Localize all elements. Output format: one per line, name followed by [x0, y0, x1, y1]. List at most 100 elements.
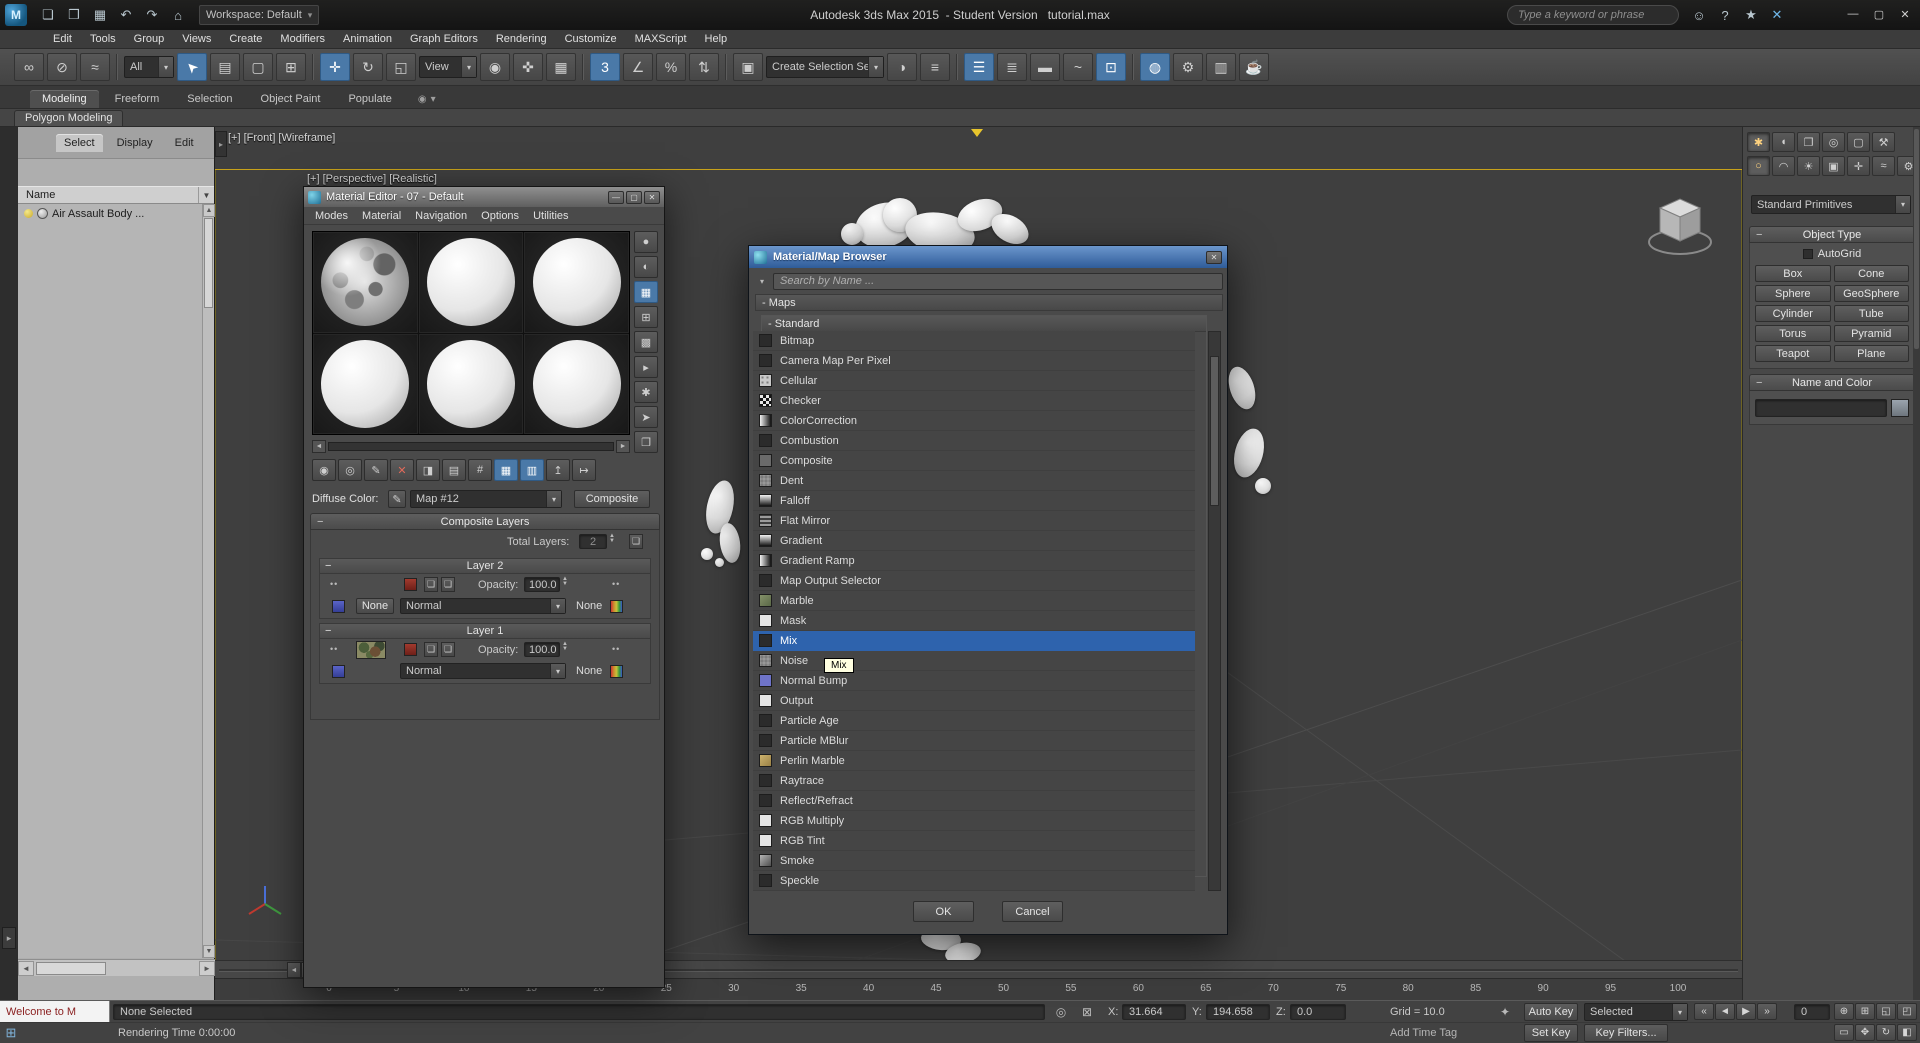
make-preview-icon[interactable]: ▸	[634, 356, 658, 378]
minimize-button[interactable]: —	[608, 190, 624, 204]
map-item-mask[interactable]: Mask	[753, 611, 1195, 631]
orbit-icon[interactable]: ↻	[1876, 1024, 1896, 1041]
display-tab-icon[interactable]: ▢	[1847, 132, 1870, 152]
plane-button[interactable]: Plane	[1833, 345, 1909, 362]
tab-polygon-modeling[interactable]: Polygon Modeling	[14, 109, 124, 126]
mini-listener-grid-icon[interactable]: ⊞	[3, 1025, 19, 1041]
viewport-label-perspective[interactable]: [+] [Perspective] [Realistic]	[307, 173, 437, 185]
handle-dots-icon[interactable]: ••	[612, 644, 620, 654]
select-by-name-icon[interactable]: ▤	[210, 53, 240, 81]
selection-filter-dropdown[interactable]: All ▾	[124, 56, 174, 78]
spinner-snap-icon[interactable]: ⇅	[689, 53, 719, 81]
blend-mode-dropdown[interactable]: Normal ▾	[400, 598, 566, 614]
close-button[interactable]: ✕	[644, 190, 660, 204]
menu-views[interactable]: Views	[173, 30, 220, 48]
sample-scrollbar[interactable]: ◄ ►	[312, 439, 630, 453]
material-editor-menu-utilities[interactable]: Utilities	[526, 210, 575, 222]
background-icon[interactable]: ▦	[634, 281, 658, 303]
map-item-marble[interactable]: Marble	[753, 591, 1195, 611]
material-sample-slot-6[interactable]	[524, 333, 629, 434]
zoom-all-icon[interactable]: ⊞	[1855, 1003, 1875, 1020]
layer-map-button[interactable]: None	[356, 598, 394, 614]
chevron-down-icon[interactable]: ▾	[461, 57, 476, 77]
collapse-icon[interactable]: −	[317, 516, 323, 528]
rectangular-selection-icon[interactable]: ▢	[243, 53, 273, 81]
reference-coordinate-dropdown[interactable]: View ▾	[419, 56, 477, 78]
put-to-library-icon[interactable]: ▤	[442, 459, 466, 481]
browser-options-icon[interactable]: ▾	[755, 273, 769, 289]
primitive-category-dropdown[interactable]: Standard Primitives ▾	[1751, 195, 1911, 214]
dialog-titlebar[interactable]: Material/Map Browser ✕	[749, 246, 1227, 268]
ribbon-options-icon[interactable]: ◉	[418, 94, 427, 105]
make-unique-icon[interactable]: ◨	[416, 459, 440, 481]
z-coordinate-field[interactable]: 0.0	[1290, 1004, 1346, 1020]
community-icon[interactable]: ☺	[1688, 5, 1710, 25]
go-to-parent-icon[interactable]: ↥	[546, 459, 570, 481]
material-editor-menu-navigation[interactable]: Navigation	[408, 210, 474, 222]
total-layers-field[interactable]: 2	[579, 534, 607, 549]
material-sample-slot-3[interactable]	[524, 232, 629, 333]
new-scene-icon[interactable]: ❏	[37, 5, 59, 25]
layer-manager-icon[interactable]: ≣	[997, 53, 1027, 81]
window-crossing-icon[interactable]: ⊞	[276, 53, 306, 81]
select-object-icon[interactable]: ➤	[177, 53, 207, 81]
chevron-down-icon[interactable]: ▾	[550, 664, 565, 678]
material-sample-slot-4[interactable]	[313, 333, 418, 434]
map-item-smoke[interactable]: Smoke	[753, 851, 1195, 871]
auto-key-button[interactable]: Auto Key	[1524, 1003, 1578, 1021]
map-item-dent[interactable]: Dent	[753, 471, 1195, 491]
tube-button[interactable]: Tube	[1833, 305, 1909, 322]
ribbon-tab-selection[interactable]: Selection	[175, 90, 244, 108]
spinner-icon[interactable]: ▲ ▼	[562, 576, 572, 587]
collapse-icon[interactable]: −	[325, 625, 331, 637]
layer-mask-button[interactable]: None	[576, 665, 602, 677]
material-sample-slot-1[interactable]	[313, 232, 418, 333]
redo-icon[interactable]: ↷	[141, 5, 163, 25]
get-material-icon[interactable]: ◉	[312, 459, 336, 481]
scroll-right-icon[interactable]: ►	[616, 439, 630, 453]
viewport-layout-tabs[interactable]: ▸	[215, 131, 227, 157]
scroll-left-icon[interactable]: ◄	[18, 960, 34, 976]
menu-maxscript[interactable]: MAXScript	[626, 30, 696, 48]
map-item-combustion[interactable]: Combustion	[753, 431, 1195, 451]
isolate-selection-icon[interactable]: ◎	[1052, 1004, 1070, 1020]
set-key-button[interactable]: Set Key	[1524, 1024, 1578, 1042]
lights-category-icon[interactable]: ☀	[1797, 156, 1820, 176]
geosphere-button[interactable]: GeoSphere	[1833, 285, 1909, 302]
curve-editor-icon[interactable]: ~	[1063, 53, 1093, 81]
model-part[interactable]	[1255, 478, 1271, 494]
layer-thumb-swatch[interactable]	[332, 665, 345, 678]
play-icon[interactable]: ▶	[1736, 1003, 1756, 1020]
close-button[interactable]: ✕	[1894, 4, 1916, 24]
map-item-mix[interactable]: Mix	[753, 631, 1195, 651]
angle-snap-icon[interactable]: ∠	[623, 53, 653, 81]
selection-lock-icon[interactable]: ⊠	[1078, 1004, 1096, 1020]
object-color-swatch[interactable]	[1891, 398, 1909, 417]
select-rotate-icon[interactable]: ↻	[353, 53, 383, 81]
collapse-icon[interactable]: −	[325, 560, 331, 572]
render-setup-icon[interactable]: ⚙	[1173, 53, 1203, 81]
close-button[interactable]: ✕	[1206, 250, 1222, 264]
mask-color-swatch[interactable]	[610, 665, 623, 678]
hierarchy-tab-icon[interactable]: ❐	[1797, 132, 1820, 152]
map-item-composite[interactable]: Composite	[753, 451, 1195, 471]
menu-customize[interactable]: Customize	[556, 30, 626, 48]
mask-color-swatch[interactable]	[610, 600, 623, 613]
add-layer-button[interactable]: ❏	[629, 534, 643, 549]
explorer-horizontal-scrollbar[interactable]: ◄ ►	[18, 959, 215, 976]
create-tab-icon[interactable]: ✱	[1747, 132, 1770, 152]
workspace-dropdown[interactable]: Workspace: Default ▾	[199, 5, 320, 25]
sample-uv-tiling-icon[interactable]: ⊞	[634, 306, 658, 328]
maps-group-header[interactable]: - Maps	[755, 294, 1223, 311]
sample-type-icon[interactable]: ●	[634, 231, 658, 253]
use-pivot-center-icon[interactable]: ◉	[480, 53, 510, 81]
ribbon-tab-modeling[interactable]: Modeling	[30, 90, 99, 108]
autogrid-checkbox[interactable]	[1802, 249, 1813, 259]
name-column-header[interactable]: Name ▼	[18, 186, 214, 204]
handle-dots-icon[interactable]: ••	[330, 644, 338, 654]
maximize-viewport-icon[interactable]: ◧	[1897, 1024, 1917, 1041]
render-production-icon[interactable]: ☕	[1239, 53, 1269, 81]
ok-button[interactable]: OK	[913, 901, 974, 922]
keyboard-override-icon[interactable]: ▦	[546, 53, 576, 81]
torus-button[interactable]: Torus	[1755, 325, 1831, 342]
